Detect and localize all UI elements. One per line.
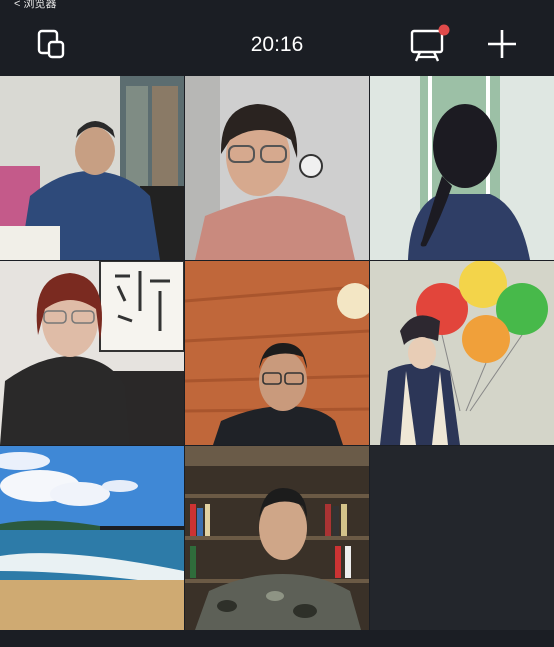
add-button[interactable] [480, 22, 524, 66]
participant-video-7 [0, 446, 184, 630]
plus-icon [488, 30, 516, 58]
participant-tile-3[interactable] [370, 76, 554, 260]
participant-video-5 [185, 261, 369, 445]
participant-tile-2[interactable] [185, 76, 369, 260]
empty-tile [370, 446, 554, 630]
status-back-text[interactable]: < 浏览器 [14, 0, 56, 10]
video-grid [0, 76, 554, 630]
participant-video-3 [370, 76, 554, 260]
participant-tile-5[interactable] [185, 261, 369, 445]
top-bar: 20:16 [0, 14, 554, 76]
participant-video-1 [0, 76, 184, 260]
participant-tile-6[interactable] [370, 261, 554, 445]
participant-video-2 [185, 76, 369, 260]
status-bar: < 浏览器 [0, 0, 554, 14]
clock: 20:16 [250, 33, 304, 56]
bottom-bar [0, 630, 554, 647]
participant-tile-4[interactable] [0, 261, 184, 445]
participant-tile-8[interactable] [185, 446, 369, 630]
participant-video-4 [0, 261, 184, 445]
participant-tile-1[interactable] [0, 76, 184, 260]
screen-share-button[interactable] [406, 22, 450, 66]
participant-video-8 [185, 446, 369, 630]
participant-tile-7[interactable] [0, 446, 184, 630]
participant-video-6 [370, 261, 554, 445]
screen-share-icon [410, 24, 450, 62]
notification-dot [438, 24, 450, 36]
